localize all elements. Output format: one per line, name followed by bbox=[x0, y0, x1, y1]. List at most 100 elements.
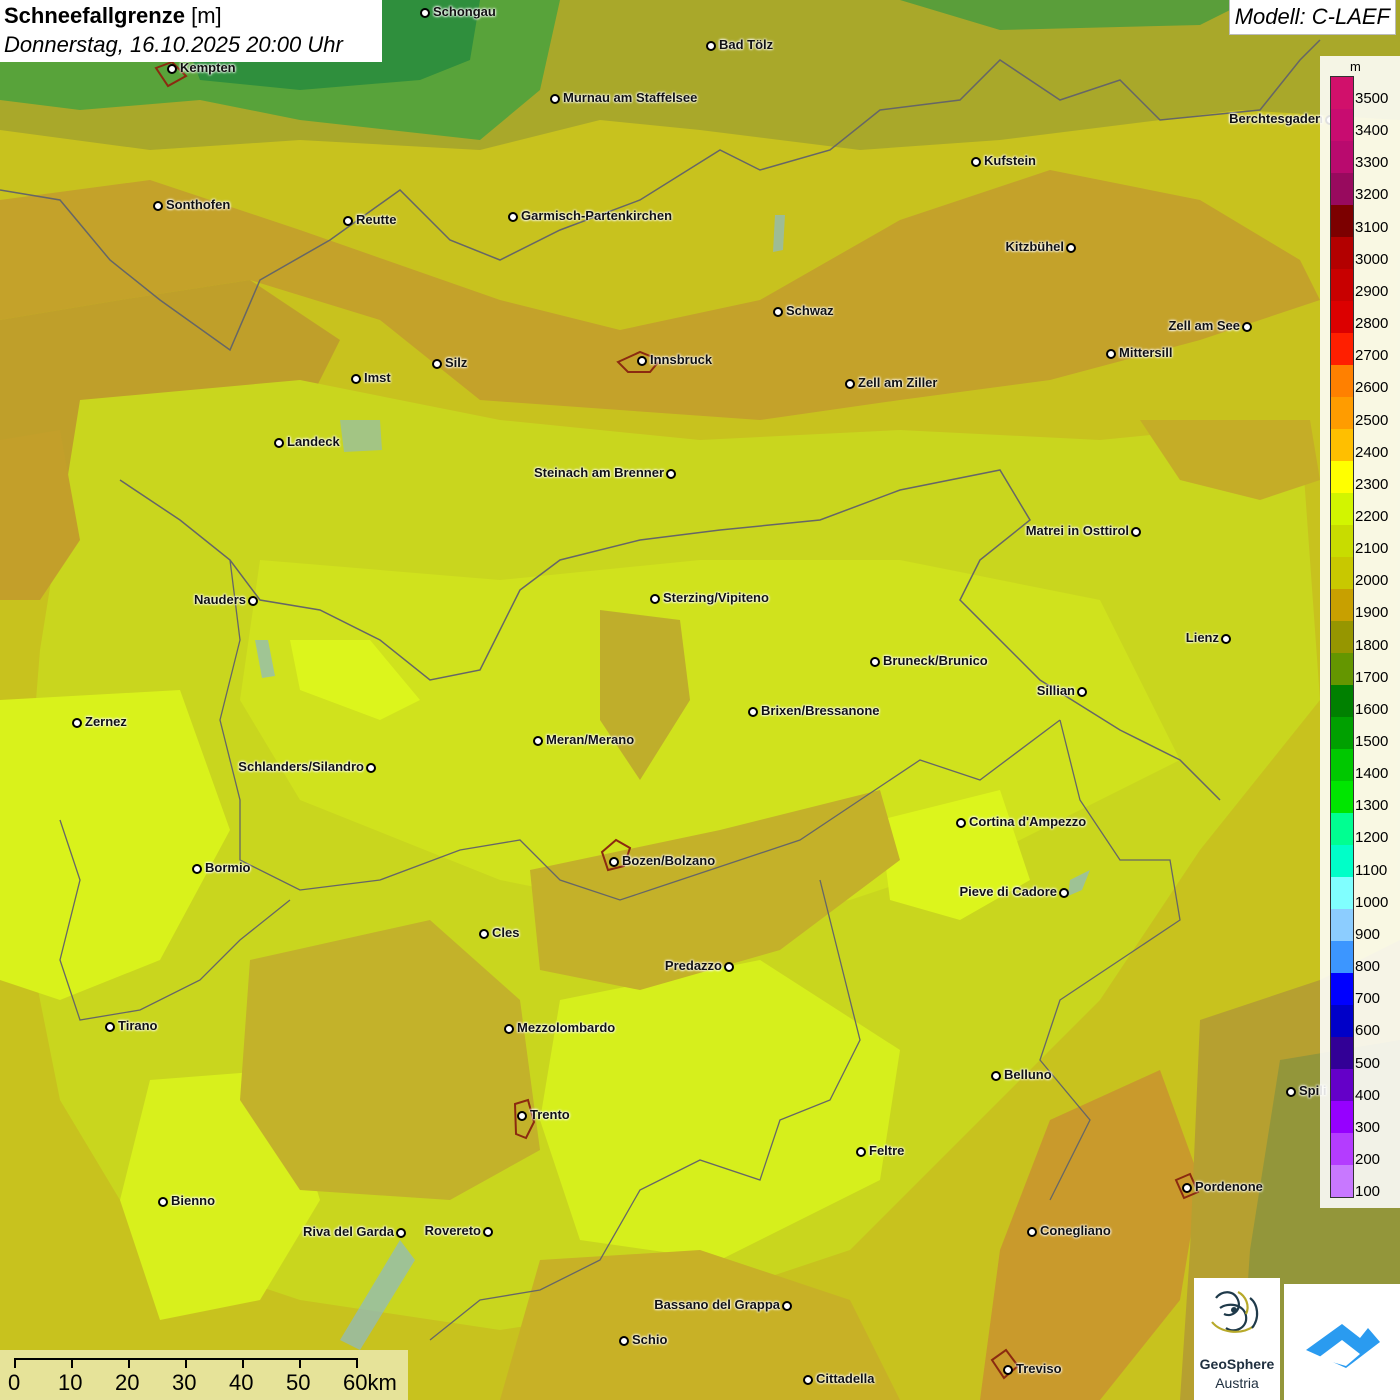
legend-label: 2100 bbox=[1355, 540, 1389, 558]
place-label: Belluno bbox=[1004, 1067, 1052, 1082]
place-marker-icon bbox=[343, 216, 353, 226]
place-label: Kufstein bbox=[984, 153, 1036, 168]
legend-label: 100 bbox=[1355, 1183, 1381, 1201]
place-marker-icon bbox=[483, 1227, 493, 1237]
legend-label: 1400 bbox=[1355, 765, 1389, 783]
place-marker-icon bbox=[508, 212, 518, 222]
place-marker-icon bbox=[432, 359, 442, 369]
place-label: Silz bbox=[445, 355, 468, 370]
scale-bar: 0 10 20 30 40 50 60km bbox=[0, 1350, 408, 1400]
legend-label: 1600 bbox=[1355, 700, 1389, 718]
place-label: Nauders bbox=[193, 592, 246, 607]
model-label: Modell: C-LAEF bbox=[1234, 4, 1390, 29]
place-label: Zernez bbox=[85, 714, 127, 729]
place-label: Imst bbox=[364, 370, 391, 385]
place-marker-icon bbox=[479, 929, 489, 939]
legend-color-cell bbox=[1331, 877, 1353, 909]
snowfall-limit-map: Schongau Kempten Bad Tölz Murnau am Staffel… bbox=[0, 0, 1400, 1400]
legend-label: 900 bbox=[1355, 925, 1381, 943]
place-marker-icon bbox=[192, 864, 202, 874]
legend-label: 3000 bbox=[1355, 250, 1389, 268]
scale-tick bbox=[71, 1358, 73, 1368]
place-label: Treviso bbox=[1016, 1361, 1062, 1376]
scale-tick bbox=[242, 1358, 244, 1368]
place-marker-icon bbox=[971, 157, 981, 167]
legend-label: 1000 bbox=[1355, 893, 1389, 911]
legend-label: 400 bbox=[1355, 1086, 1381, 1104]
scale-label: 10 bbox=[58, 1370, 83, 1395]
legend-label: 1200 bbox=[1355, 829, 1389, 847]
scale-label: 60km bbox=[343, 1370, 397, 1395]
legend-color-cell bbox=[1331, 685, 1353, 717]
place-marker-icon bbox=[609, 857, 619, 867]
scale-label: 20 bbox=[115, 1370, 140, 1395]
legend-label: 3100 bbox=[1355, 218, 1389, 236]
legend-label: 200 bbox=[1355, 1150, 1381, 1168]
legend-label: 2700 bbox=[1355, 347, 1389, 365]
place-label: Cles bbox=[492, 925, 520, 940]
place-label: Kempten bbox=[180, 60, 236, 75]
place-marker-icon bbox=[105, 1022, 115, 1032]
legend-label: 2600 bbox=[1355, 379, 1389, 397]
legend-label: 1800 bbox=[1355, 636, 1389, 654]
place-label: Lienz bbox=[1185, 630, 1219, 645]
place-label: Berchtesgaden bbox=[1229, 111, 1323, 126]
legend-color-cell bbox=[1331, 1101, 1353, 1133]
place-marker-icon bbox=[803, 1375, 813, 1385]
place-label: Bormio bbox=[205, 860, 251, 875]
place-marker-icon bbox=[1027, 1227, 1037, 1237]
place-label: Reutte bbox=[356, 212, 397, 227]
legend-label: 1300 bbox=[1355, 797, 1389, 815]
place-label: Sterzing/Vipiteno bbox=[663, 590, 769, 605]
place-marker-icon bbox=[1182, 1183, 1192, 1193]
place-marker-icon bbox=[1242, 322, 1252, 332]
legend-color-cell bbox=[1331, 269, 1353, 301]
place-marker-icon bbox=[724, 962, 734, 972]
place-marker-icon bbox=[1059, 888, 1069, 898]
legend-color-cell bbox=[1331, 397, 1353, 429]
place-label: Schongau bbox=[433, 4, 496, 19]
legend-label: 3300 bbox=[1355, 154, 1389, 172]
legend-label: 1100 bbox=[1355, 861, 1388, 879]
legend-color-cell bbox=[1331, 429, 1353, 461]
legend-color-cell bbox=[1331, 525, 1353, 557]
map-date: Donnerstag, 16.10.2025 20:00 Uhr bbox=[4, 32, 343, 57]
legend-color-cell bbox=[1331, 237, 1353, 269]
place-marker-icon bbox=[650, 594, 660, 604]
place-marker-icon bbox=[773, 307, 783, 317]
legend-label: 300 bbox=[1355, 1118, 1381, 1136]
legend-color-cell bbox=[1331, 621, 1353, 653]
legend-label: 2900 bbox=[1355, 282, 1389, 300]
place-label: Sonthofen bbox=[166, 197, 231, 212]
legend-color-cell bbox=[1331, 1005, 1353, 1037]
legend-label: 1700 bbox=[1355, 668, 1389, 686]
legend-label: 1900 bbox=[1355, 604, 1389, 622]
legend-color-cell bbox=[1331, 909, 1353, 941]
place-marker-icon bbox=[351, 374, 361, 384]
place-marker-icon bbox=[845, 379, 855, 389]
place-marker-icon bbox=[1131, 527, 1141, 537]
legend-color-cell bbox=[1331, 205, 1353, 237]
legend-color-cell bbox=[1331, 109, 1353, 141]
title-unit: [m] bbox=[191, 3, 222, 28]
place-label: Bienno bbox=[171, 1193, 216, 1208]
place-label: Bad Tölz bbox=[719, 37, 774, 52]
legend-color-cell bbox=[1331, 1133, 1353, 1165]
legend-color-cell bbox=[1331, 845, 1353, 877]
place-label: Conegliano bbox=[1040, 1223, 1111, 1238]
place-marker-icon bbox=[991, 1071, 1001, 1081]
place-label: Matrei in Osttirol bbox=[1025, 523, 1129, 538]
scale-label: 40 bbox=[229, 1370, 254, 1395]
place-label: Bozen/Bolzano bbox=[622, 853, 716, 868]
scale-label: 30 bbox=[172, 1370, 197, 1395]
scale-tick bbox=[14, 1358, 16, 1368]
legend-color-cell bbox=[1331, 941, 1353, 973]
place-label: Bruneck/Brunico bbox=[883, 653, 988, 668]
geosphere-mark-icon bbox=[1211, 1291, 1259, 1333]
scale-tick bbox=[356, 1358, 358, 1368]
place-label: Bassano del Grappa bbox=[654, 1297, 780, 1312]
scale-label: 0 bbox=[8, 1370, 21, 1395]
place-marker-icon bbox=[1221, 634, 1231, 644]
partner-logo bbox=[1284, 1284, 1400, 1400]
place-label: Murnau am Staffelsee bbox=[563, 90, 698, 105]
